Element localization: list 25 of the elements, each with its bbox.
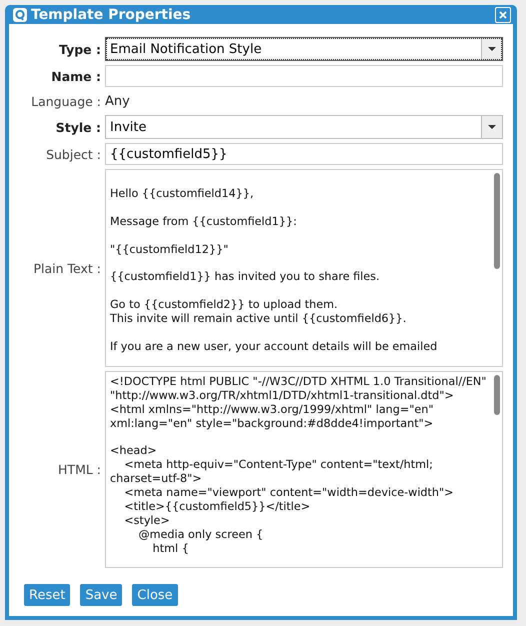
- text-field[interactable]: [105, 65, 503, 87]
- field-label: Subject :: [45, 146, 101, 162]
- logo-icon: [13, 8, 27, 22]
- text-area[interactable]: <!DOCTYPE html PUBLIC "-//W3C//DTD XHTML 1.0 Transitional//EN" "http://www.w3.org/TR/xhtml1/DTD/xhtml1-transitional.dtd"> <html xmlns="http://www.w3.org/1999/xhtml" lang="en" xml:lang="en" style="background:#d8dde4!important"> <head> <meta http-equiv="Content-Type" content="text/html; charset=utf-8"> <meta name="viewport" content="width=device-width"> <title>{{customfield5}}</title> <style> @media only screen { html {: [105, 371, 503, 568]
- window-title: Template Properties: [31, 6, 192, 22]
- field-label: Type :: [58, 42, 101, 56]
- caret-icon: [488, 47, 496, 51]
- field-label: Plain Text :: [32, 260, 101, 276]
- scrollbar-thumb[interactable]: [494, 375, 500, 415]
- caret-icon: [488, 125, 496, 129]
- close-icon: [499, 10, 507, 18]
- dialog-button[interactable]: Save: [80, 584, 122, 606]
- field-label: Name :: [50, 68, 101, 84]
- dialog-button[interactable]: Close: [132, 584, 178, 606]
- text-area[interactable]: Hello {{customfield14}}, Message from {{customfield1}}: "{{customfield12}}" {{customfield1}} has invited you to share files. Go to {{customfield2}} to upload them. This invite will remain active until {{customfield6}}. If you are a new user, your account details will be emailed: [105, 169, 503, 367]
- dropdown-field[interactable]: Invite: [105, 115, 503, 139]
- scrollbar-thumb[interactable]: [494, 173, 500, 269]
- text-field[interactable]: {{customfield5}}: [105, 143, 503, 165]
- dialog-button[interactable]: Reset: [24, 584, 70, 606]
- close-button[interactable]: [495, 6, 511, 22]
- field-label: HTML :: [57, 462, 101, 477]
- dropdown-field[interactable]: Email Notification Style: [105, 37, 503, 61]
- field-label: Language :: [30, 94, 101, 108]
- field-value: Any: [105, 94, 130, 108]
- field-label: Style :: [54, 120, 101, 134]
